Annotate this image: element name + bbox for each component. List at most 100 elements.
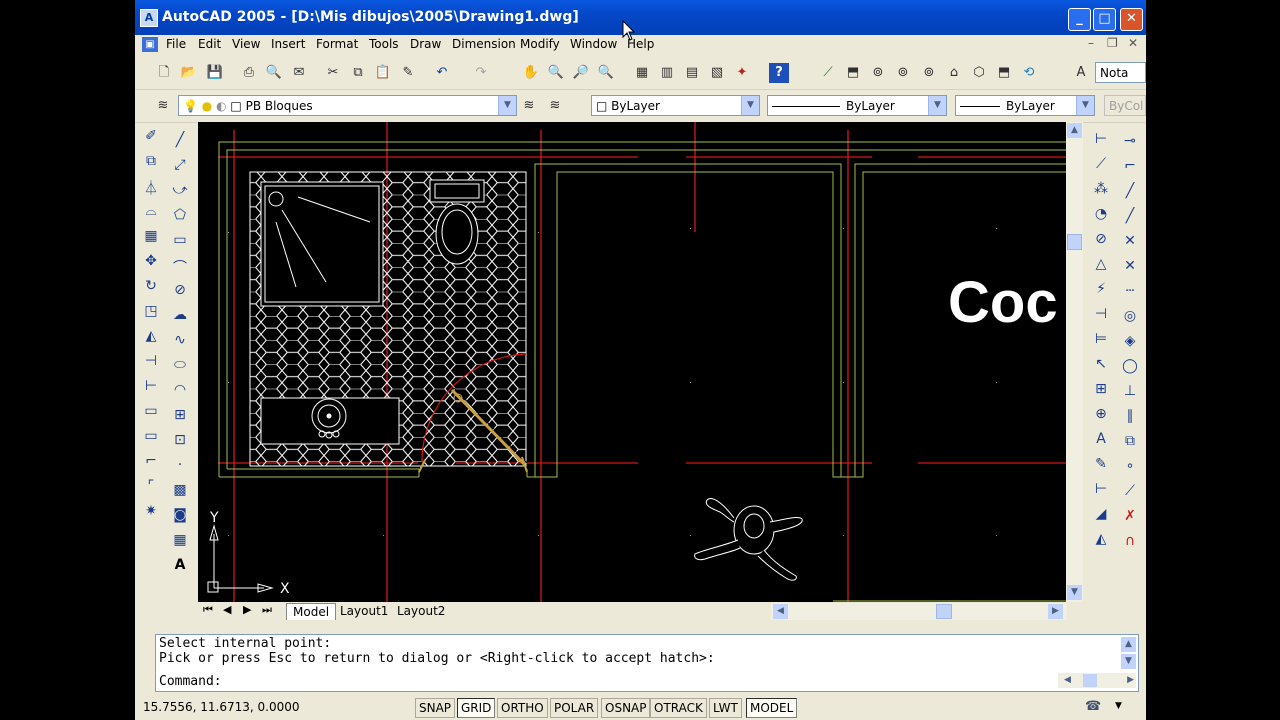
close-button[interactable]: ✕ bbox=[1120, 8, 1143, 31]
menu-draw[interactable]: Draw bbox=[410, 37, 441, 51]
chevron-down-icon[interactable]: ▼ bbox=[1076, 96, 1094, 115]
tab-layout2[interactable]: Layout2 bbox=[391, 603, 451, 619]
snap-midpoint-icon[interactable]: ╱ bbox=[1117, 208, 1143, 233]
cmd-scroll-down-icon[interactable]: ▼ bbox=[1121, 654, 1136, 669]
zoom-realtime-icon[interactable]: 🔍 bbox=[546, 63, 566, 83]
menu-edit[interactable]: Edit bbox=[198, 37, 221, 51]
make-block-icon[interactable]: ⊡ bbox=[167, 432, 193, 457]
menu-view[interactable]: View bbox=[232, 37, 260, 51]
view-icon-5[interactable]: ⬡ bbox=[969, 63, 989, 83]
linear-dimension-icon[interactable]: ⊢ bbox=[1088, 131, 1114, 156]
hscroll-thumb[interactable] bbox=[936, 604, 952, 619]
tab-model[interactable]: Model bbox=[286, 603, 337, 620]
vertical-scrollbar[interactable]: ▲ ▼ bbox=[1066, 122, 1083, 602]
plot-preview-icon[interactable]: 🔍 bbox=[264, 63, 284, 83]
layer-previous-icon[interactable]: ≋ bbox=[545, 96, 565, 116]
zoom-window-icon[interactable]: 🔎 bbox=[571, 63, 591, 83]
doc-restore-icon[interactable]: ❐ bbox=[1107, 36, 1118, 50]
dimension-text-edit-icon[interactable]: ✎ bbox=[1088, 456, 1114, 481]
drawing-svg[interactable]: Coc Y X bbox=[198, 122, 1066, 602]
insert-block-icon[interactable]: ⊞ bbox=[167, 407, 193, 432]
lineweight-dropdown[interactable]: ByLayer ▼ bbox=[955, 95, 1095, 116]
otrack-button[interactable]: OTRACK bbox=[650, 698, 707, 718]
diameter-dimension-icon[interactable]: ⊘ bbox=[1088, 231, 1114, 256]
model-button[interactable]: MODEL bbox=[746, 698, 798, 718]
cmd-scroll-right-icon[interactable]: ▶ bbox=[1127, 673, 1134, 688]
match-properties-icon[interactable]: ✎ bbox=[398, 63, 418, 83]
temp-track-point-icon[interactable]: ⊸ bbox=[1117, 133, 1143, 158]
snap-perpendicular-icon[interactable]: ⊥ bbox=[1117, 383, 1143, 408]
snap-from-icon[interactable]: ⌐ bbox=[1117, 158, 1143, 183]
menu-file[interactable]: File bbox=[166, 37, 186, 51]
sheet-set-icon[interactable]: ▧ bbox=[707, 63, 727, 83]
lightbulb-icon[interactable]: 💡 bbox=[183, 99, 198, 113]
spline-icon[interactable]: ∿ bbox=[167, 332, 193, 357]
point-icon[interactable]: · bbox=[167, 457, 193, 482]
status-menu-arrow-icon[interactable]: ▼ bbox=[1115, 701, 1122, 711]
layer-dropdown[interactable]: 💡 ● ◐ □ PB Bloques ▼ bbox=[178, 95, 517, 116]
document-icon[interactable]: ▣ bbox=[142, 37, 158, 52]
redo-icon[interactable]: ↷ bbox=[471, 63, 491, 83]
lwt-button[interactable]: LWT bbox=[709, 698, 742, 718]
radius-dimension-icon[interactable]: ◔ bbox=[1088, 206, 1114, 231]
polyline-icon[interactable]: ⤻ bbox=[167, 182, 193, 207]
chamfer-icon[interactable]: ⌐ bbox=[139, 453, 163, 478]
polar-button[interactable]: POLAR bbox=[550, 698, 599, 718]
publish-icon[interactable]: ✉ bbox=[289, 63, 309, 83]
menu-format[interactable]: Format bbox=[316, 37, 358, 51]
mirror-icon[interactable]: ⏃ bbox=[139, 178, 163, 203]
pan-icon[interactable]: ✋ bbox=[521, 63, 541, 83]
erase-icon[interactable]: ✐ bbox=[139, 128, 163, 153]
render-icon[interactable]: ⟲ bbox=[1019, 63, 1039, 83]
communication-center-icon[interactable]: ☎ bbox=[1085, 699, 1101, 714]
snap-nearest-icon[interactable]: ⟋ bbox=[1117, 483, 1143, 508]
scroll-right-arrow-icon[interactable]: ▶ bbox=[1048, 604, 1063, 619]
linetype-dropdown[interactable]: ByLayer ▼ bbox=[767, 95, 947, 116]
view-icon-3[interactable]: ⊚ bbox=[919, 63, 939, 83]
fillet-icon[interactable]: ⌜ bbox=[139, 478, 163, 503]
doc-close-icon[interactable]: ✕ bbox=[1128, 36, 1138, 50]
minimize-button[interactable]: _ bbox=[1068, 8, 1091, 31]
snap-intersection-icon[interactable]: ✕ bbox=[1117, 233, 1143, 258]
center-mark-icon[interactable]: ⊕ bbox=[1088, 406, 1114, 431]
next-tab-icon[interactable]: ▶ bbox=[243, 603, 251, 616]
paste-icon[interactable]: 📋 bbox=[373, 63, 393, 83]
polygon-icon[interactable]: ⬠ bbox=[167, 207, 193, 232]
tab-layout1[interactable]: Layout1 bbox=[334, 603, 394, 619]
menu-modify[interactable]: Modify bbox=[520, 37, 560, 51]
3d-orbit-icon[interactable]: ⟋ bbox=[818, 63, 838, 83]
scroll-thumb[interactable] bbox=[1067, 234, 1082, 250]
layer-manager-icon[interactable]: ≋ bbox=[153, 96, 173, 116]
sun-icon[interactable]: ● bbox=[202, 99, 212, 113]
command-prompt[interactable]: Command: bbox=[159, 674, 222, 689]
cmd-scroll-up-icon[interactable]: ▲ bbox=[1121, 637, 1136, 652]
color-dropdown[interactable]: □ ByLayer ▼ bbox=[591, 95, 760, 116]
snap-node-icon[interactable]: ∘ bbox=[1117, 458, 1143, 483]
osnap-button[interactable]: OSNAP bbox=[601, 698, 651, 718]
baseline-dimension-icon[interactable]: ⊣ bbox=[1088, 306, 1114, 331]
cmd-scroll-left-icon[interactable]: ◀ bbox=[1064, 673, 1071, 688]
grid-button[interactable]: GRID bbox=[457, 698, 496, 718]
dimension-edit-icon[interactable]: A bbox=[1088, 431, 1114, 456]
view-icon-1[interactable]: ⊚ bbox=[868, 63, 888, 83]
extend-icon[interactable]: ⊢ bbox=[139, 378, 163, 403]
menu-dimension[interactable]: Dimension bbox=[452, 37, 516, 51]
offset-icon[interactable]: ⌓ bbox=[139, 203, 163, 228]
dimension-style-control-icon[interactable]: ◭ bbox=[1088, 531, 1114, 556]
scroll-down-arrow-icon[interactable]: ▼ bbox=[1067, 585, 1082, 600]
aligned-dimension-icon[interactable]: ⟋ bbox=[1088, 156, 1114, 181]
box-icon[interactable]: ⬒ bbox=[843, 63, 863, 83]
ordinate-dimension-icon[interactable]: ⁂ bbox=[1088, 181, 1114, 206]
view-icon-2[interactable]: ⊚ bbox=[893, 63, 913, 83]
dimension-style-icon[interactable]: ◢ bbox=[1088, 506, 1114, 531]
table-icon[interactable]: ▦ bbox=[167, 532, 193, 557]
ellipse-arc-icon[interactable]: ◠ bbox=[167, 382, 193, 407]
quick-dimension-icon[interactable]: ⚡ bbox=[1088, 281, 1114, 306]
design-center-icon[interactable]: ▥ bbox=[657, 63, 677, 83]
copy-object-icon[interactable]: ⧉ bbox=[139, 153, 163, 178]
menu-tools[interactable]: Tools bbox=[369, 37, 399, 51]
last-tab-icon[interactable]: ⏭ bbox=[262, 603, 272, 617]
explode-icon[interactable]: ✷ bbox=[139, 503, 163, 528]
plotstyle-dropdown[interactable]: ByCol bbox=[1104, 95, 1146, 116]
rectangle-icon[interactable]: ▭ bbox=[167, 232, 193, 257]
